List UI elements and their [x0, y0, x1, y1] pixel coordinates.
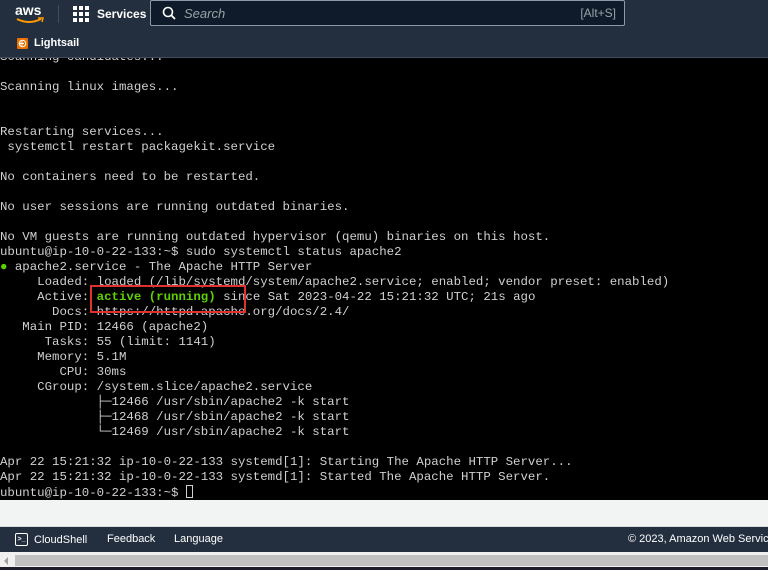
services-grid-icon: [73, 6, 89, 22]
terminal-line-text: ├─12466 /usr/sbin/apache2 -k start: [0, 395, 350, 409]
terminal-line-text: No containers need to be restarted.: [0, 170, 261, 184]
terminal-line-text: Scanning linux images...: [0, 80, 179, 94]
terminal-line-text: CGroup: /system.slice/apache2.service: [0, 380, 313, 394]
terminal-line: ● apache2.service - The Apache HTTP Serv…: [0, 260, 669, 275]
cloudshell-label: CloudShell: [34, 533, 88, 546]
terminal-line-text: CPU: 30ms: [0, 365, 127, 379]
terminal-line: Scanning linux images...: [0, 80, 669, 95]
terminal-line-text: Restarting services...: [0, 125, 164, 139]
terminal-line: No VM guests are running outdated hyperv…: [0, 230, 669, 245]
lightsail-label: Lightsail: [34, 37, 80, 49]
cloudshell-icon: >_: [15, 533, 28, 546]
terminal-output: Scanning candidates... Scanning linux ima…: [0, 57, 669, 500]
search-shortcut-hint: [Alt+S]: [580, 6, 616, 20]
terminal-line-text: Scanning candidates...: [0, 57, 164, 64]
terminal-line: └─12469 /usr/sbin/apache2 -k start: [0, 425, 669, 440]
terminal-line: No user sessions are running outdated bi…: [0, 200, 669, 215]
scrollbar-thumb[interactable]: [15, 555, 768, 566]
terminal-line: Main PID: 12466 (apache2): [0, 320, 669, 335]
terminal-line: Memory: 5.1M: [0, 350, 669, 365]
terminal-line-text: No user sessions are running outdated bi…: [0, 200, 350, 214]
horizontal-scrollbar[interactable]: [0, 552, 768, 570]
services-label: Services: [97, 7, 147, 21]
copyright-text: © 2023, Amazon Web Services: [628, 533, 768, 545]
terminal-line: Apr 22 15:21:32 ip-10-0-22-133 systemd[1…: [0, 470, 669, 485]
feedback-link[interactable]: Feedback: [107, 533, 155, 545]
aws-smile-icon: [16, 17, 44, 23]
active-status-highlight-box: [90, 285, 246, 313]
terminal-line-text: systemctl restart packagekit.service: [0, 140, 276, 154]
terminal-line: CGroup: /system.slice/apache2.service: [0, 380, 669, 395]
terminal-line: Restarting services...: [0, 125, 669, 140]
nav-divider: [58, 5, 59, 23]
terminal-line: ├─12468 /usr/sbin/apache2 -k start: [0, 410, 669, 425]
terminal-line: Apr 22 15:21:32 ip-10-0-22-133 systemd[1…: [0, 455, 669, 470]
services-menu-button[interactable]: Services: [73, 5, 146, 23]
terminal-line: Scanning candidates...: [0, 57, 669, 65]
terminal-line-text: Tasks: 55 (limit: 1141): [0, 335, 216, 349]
terminal-line: systemctl restart packagekit.service: [0, 140, 669, 155]
terminal-line: ubuntu@ip-10-0-22-133:~$: [0, 485, 669, 500]
terminal-line-text: └─12469 /usr/sbin/apache2 -k start: [0, 425, 350, 439]
scroll-left-arrow-icon[interactable]: [4, 557, 8, 565]
cloudshell-button[interactable]: >_ CloudShell: [15, 533, 87, 546]
terminal-line-text: Apr 22 15:21:32 ip-10-0-22-133 systemd[1…: [0, 455, 573, 469]
language-label: Language: [174, 533, 223, 545]
terminal-line: Tasks: 55 (limit: 1141): [0, 335, 669, 350]
terminal-bottom-area: [0, 500, 768, 527]
aws-top-navigation: aws Services [Alt+S] Lightsail: [0, 0, 768, 57]
terminal-line-text: ubuntu@ip-10-0-22-133:~$: [0, 486, 186, 500]
terminal-line-text: No VM guests are running outdated hyperv…: [0, 230, 551, 244]
terminal-line-prefix: Active:: [0, 290, 97, 304]
lightsail-icon: [17, 37, 28, 49]
search-bar[interactable]: [Alt+S]: [150, 0, 625, 26]
terminal-line: No containers need to be restarted.: [0, 170, 669, 185]
language-selector[interactable]: Language: [174, 533, 223, 545]
terminal-line-text: apache2.service - The Apache HTTP Server: [7, 260, 313, 274]
terminal-line: ubuntu@ip-10-0-22-133:~$ sudo systemctl …: [0, 245, 669, 260]
terminal-window[interactable]: Scanning candidates... Scanning linux ima…: [0, 57, 768, 500]
terminal-line-text: ├─12468 /usr/sbin/apache2 -k start: [0, 410, 350, 424]
terminal-cursor[interactable]: [185, 485, 193, 498]
search-input[interactable]: [182, 4, 581, 22]
aws-logo[interactable]: aws: [15, 3, 45, 25]
terminal-line-text: Main PID: 12466 (apache2): [0, 320, 209, 334]
terminal-line-text: ubuntu@ip-10-0-22-133:~$ sudo systemctl …: [0, 245, 402, 259]
terminal-line: ├─12466 /usr/sbin/apache2 -k start: [0, 395, 669, 410]
terminal-line: CPU: 30ms: [0, 365, 669, 380]
console-footer: >_ CloudShell Feedback Language © 2023, …: [0, 527, 768, 552]
terminal-line-text: Memory: 5.1M: [0, 350, 127, 364]
feedback-label: Feedback: [107, 533, 156, 545]
terminal-line-text: since Sat 2023-04-22 15:21:32 UTC; 21s a…: [215, 290, 536, 304]
lightsail-service-link[interactable]: Lightsail: [17, 37, 79, 49]
search-icon: [162, 6, 176, 20]
aws-logo-text: aws: [15, 2, 42, 18]
terminal-line-text: Apr 22 15:21:32 ip-10-0-22-133 systemd[1…: [0, 470, 551, 484]
